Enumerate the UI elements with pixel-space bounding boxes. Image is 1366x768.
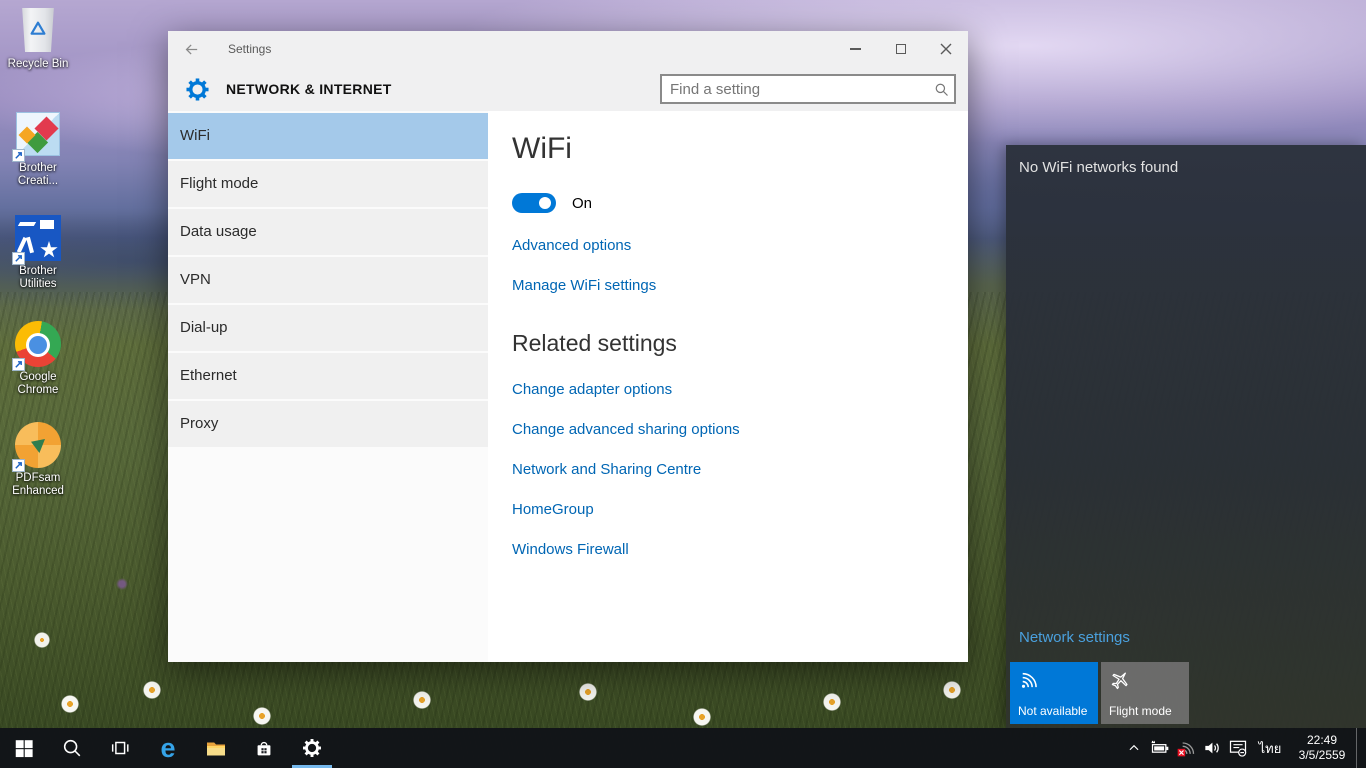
brother-utilities-icon [12, 215, 62, 265]
network-unavailable-icon[interactable] [1174, 728, 1198, 768]
recycle-bin-icon [14, 8, 62, 56]
settings-sidebar: WiFi Flight mode Data usage VPN Dial-up … [168, 111, 488, 662]
sidebar-item-ethernet[interactable]: Ethernet [168, 353, 488, 399]
clock-date: 3/5/2559 [1298, 748, 1346, 762]
show-desktop-button[interactable] [1356, 728, 1362, 768]
taskbar: ไทย 22:49 3/5/2559 [0, 728, 1366, 768]
toggle-knob [539, 197, 551, 209]
wifi-toggle-state: On [572, 194, 593, 212]
edge-button[interactable] [144, 728, 192, 768]
clock-time: 22:49 [1306, 733, 1338, 747]
brother-creative-icon [12, 112, 62, 162]
desktop-icon-pdfsam[interactable]: PDFsam Enhanced [2, 421, 74, 498]
desktop-icon-brother-creative[interactable]: Brother Creati... [2, 110, 74, 188]
airplane-icon [1105, 665, 1136, 696]
task-view-icon [111, 741, 129, 755]
icon-label: Creati... [17, 175, 59, 187]
pdfsam-icon [12, 422, 62, 472]
sidebar-item-proxy[interactable]: Proxy [168, 401, 488, 447]
change-advanced-sharing-options-link[interactable]: Change advanced sharing options [512, 420, 944, 440]
change-adapter-options-link[interactable]: Change adapter options [512, 380, 944, 400]
sidebar-item-vpn[interactable]: VPN [168, 257, 488, 303]
taskbar-search-button[interactable] [48, 728, 96, 768]
icon-label: Brother [19, 162, 57, 174]
desktop-icon-brother-utilities[interactable]: Brother Utilities [2, 214, 74, 291]
app-header: NETWORK & INTERNET [168, 67, 968, 111]
sidebar-item-wifi[interactable]: WiFi [168, 113, 488, 159]
minimize-icon [850, 48, 861, 50]
no-networks-message: No WiFi networks found [1019, 159, 1179, 176]
wifi-tile[interactable]: Not available [1010, 662, 1098, 724]
close-button[interactable] [923, 31, 968, 67]
wifi-heading: WiFi [512, 132, 572, 165]
icon-label: Enhanced [12, 485, 64, 497]
file-explorer-button[interactable] [192, 728, 240, 768]
advanced-options-link[interactable]: Advanced options [512, 236, 944, 256]
tray-chevron-up-icon[interactable] [1122, 728, 1146, 768]
network-flyout: No WiFi networks found Network settings … [1006, 145, 1366, 728]
minimize-button[interactable] [833, 31, 878, 67]
search-icon[interactable] [928, 76, 954, 102]
windows-logo-icon [15, 740, 33, 758]
network-settings-link[interactable]: Network settings [1019, 629, 1130, 646]
settings-content: WiFi On Advanced options Manage WiFi set… [488, 111, 968, 662]
maximize-button[interactable] [878, 31, 923, 67]
icon-label: Chrome [17, 384, 59, 396]
settings-gear-icon [301, 737, 323, 759]
close-icon [940, 43, 951, 55]
icon-label: PDFsam [15, 472, 61, 484]
tile-label: Not available [1018, 704, 1088, 718]
shortcut-arrow-badge [12, 252, 25, 265]
arrow-left-icon [185, 43, 197, 55]
window-title: Settings [228, 42, 272, 56]
system-tray: ไทย 22:49 3/5/2559 [1122, 728, 1366, 768]
action-center-icon[interactable] [1226, 728, 1250, 768]
language-indicator[interactable]: ไทย [1252, 738, 1288, 759]
shortcut-arrow-badge [12, 358, 25, 371]
settings-gear-icon [184, 76, 211, 103]
page-title: NETWORK & INTERNET [226, 81, 392, 97]
desktop-icon-recycle-bin[interactable]: Recycle Bin [2, 6, 74, 71]
back-button[interactable] [168, 31, 214, 67]
google-chrome-icon [12, 321, 62, 371]
icon-label: Google [19, 371, 57, 383]
folder-icon [207, 742, 225, 756]
manage-wifi-settings-link[interactable]: Manage WiFi settings [512, 276, 944, 296]
task-view-button[interactable] [96, 728, 144, 768]
wifi-icon [1018, 669, 1040, 691]
wifi-toggle[interactable] [512, 193, 556, 213]
desktop-icon-google-chrome[interactable]: Google Chrome [2, 320, 74, 397]
search-box[interactable] [660, 74, 956, 104]
search-icon [63, 739, 81, 757]
store-button[interactable] [240, 728, 288, 768]
icon-label: Recycle Bin [7, 58, 69, 70]
start-button[interactable] [0, 728, 48, 768]
shortcut-arrow-badge [12, 149, 25, 162]
sidebar-item-dial-up[interactable]: Dial-up [168, 305, 488, 351]
flight-mode-tile[interactable]: Flight mode [1101, 662, 1189, 724]
sidebar-item-data-usage[interactable]: Data usage [168, 209, 488, 255]
network-and-sharing-centre-link[interactable]: Network and Sharing Centre [512, 460, 944, 480]
taskbar-clock[interactable]: 22:49 3/5/2559 [1290, 733, 1354, 763]
icon-label: Utilities [19, 278, 57, 290]
store-icon [257, 741, 271, 756]
icon-label: Brother [19, 265, 57, 277]
desktop-wallpaper: Recycle Bin Brother Creati... Brother Ut… [0, 0, 1366, 768]
windows-firewall-link[interactable]: Windows Firewall [512, 540, 944, 560]
search-input[interactable] [662, 80, 928, 98]
battery-charging-icon[interactable] [1148, 728, 1172, 768]
settings-window: Settings NETWORK & INTERNET Find a setti… [168, 31, 968, 662]
settings-taskbar-button[interactable] [288, 728, 336, 768]
shortcut-arrow-badge [12, 459, 25, 472]
homegroup-link[interactable]: HomeGroup [512, 500, 944, 520]
maximize-icon [895, 44, 906, 54]
sidebar-item-flight-mode[interactable]: Flight mode [168, 161, 488, 207]
window-titlebar: Settings [168, 31, 968, 67]
edge-icon [160, 735, 175, 762]
speaker-icon[interactable] [1200, 728, 1224, 768]
tile-label: Flight mode [1109, 704, 1172, 718]
related-settings-heading: Related settings [512, 330, 677, 356]
